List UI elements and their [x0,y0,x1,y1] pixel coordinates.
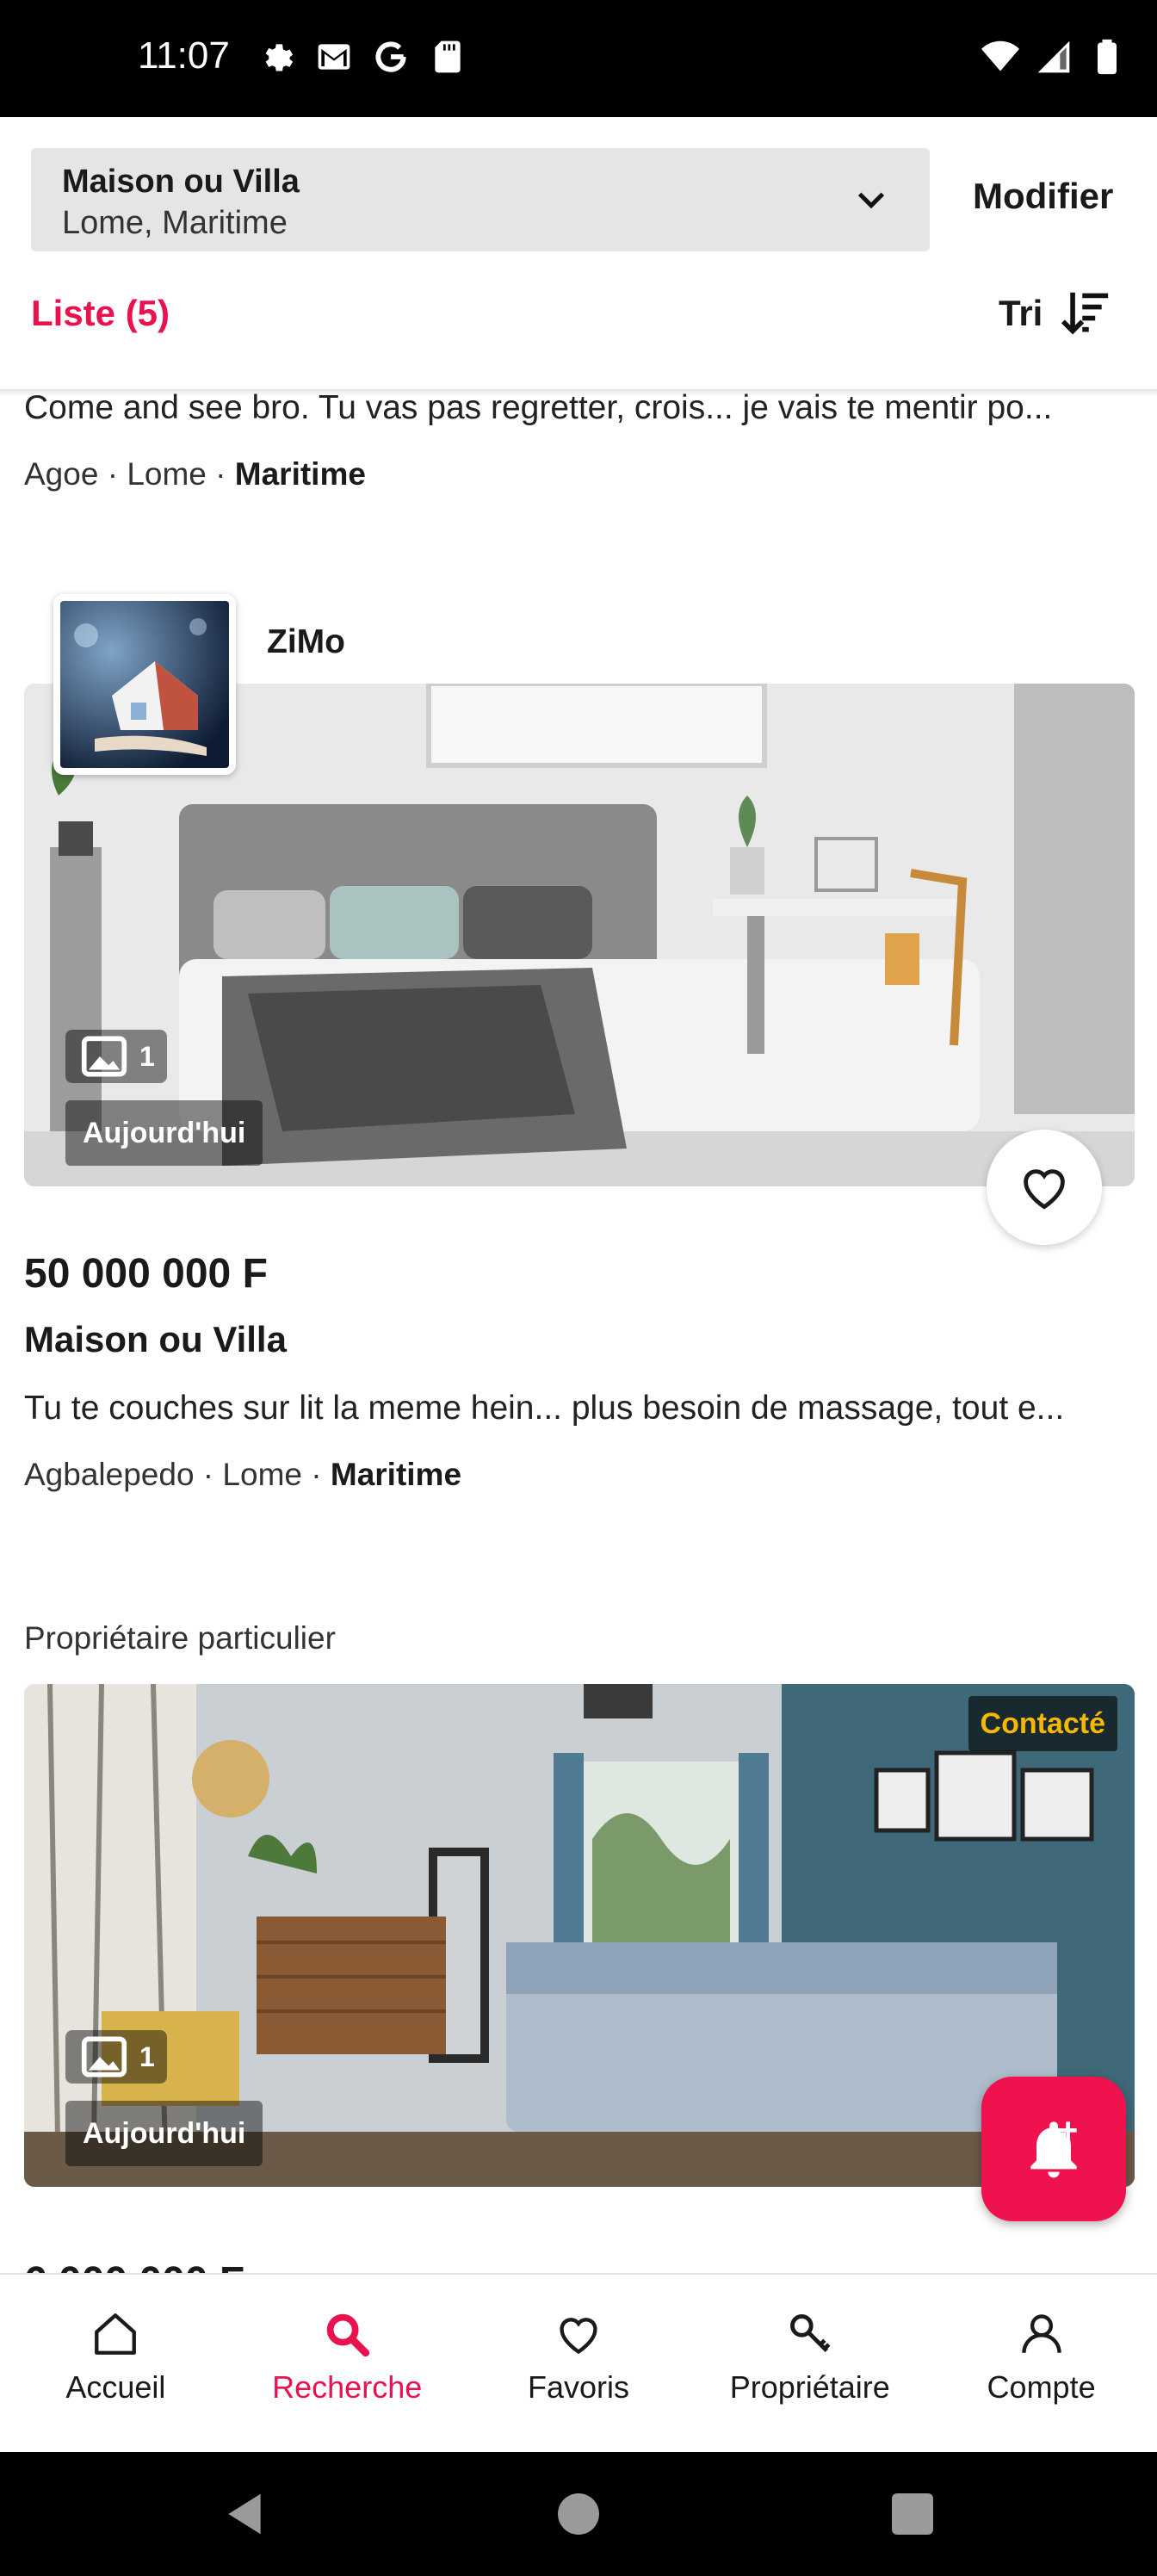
listing-date-badge: Aujourd'hui [65,1100,263,1166]
modify-button[interactable]: Modifier [973,176,1113,217]
sort-icon [1061,292,1109,335]
nav-label: Accueil [65,2369,166,2405]
google-icon [375,41,406,72]
image-icon [81,1036,127,1077]
bottom-navigation: Accueil Recherche Favoris Propriétaire C… [0,2273,1157,2452]
contacted-badge: Contacté [968,1696,1117,1751]
listing-location: Agoe · Lome · Maritime [24,456,366,492]
location-city: Lome [222,1457,302,1492]
listing-price: 6 000 000 F [24,2252,244,2273]
battery-icon [1098,39,1117,75]
nav-label: Propriétaire [729,2369,890,2405]
create-alert-button[interactable] [981,2077,1126,2221]
sort-label: Tri [999,293,1043,333]
status-time: 11:07 [138,34,230,77]
listing-date-badge: Aujourd'hui [65,2101,263,2166]
location-region: Maritime [234,456,366,492]
photo-count: 1 [139,2040,155,2072]
recents-square-icon[interactable] [892,2493,933,2535]
system-navigation-bar [0,2452,1157,2576]
heart-icon [1024,1169,1065,1210]
listing-description: Tu te couches sur lit la meme hein... pl… [24,1390,1065,1427]
status-icons-right [981,38,1126,76]
listing-price: 50 000 000 F [24,1251,268,1297]
search-location: Lome, Maritime [62,205,288,241]
nav-favorites[interactable]: Favoris [463,2275,695,2452]
chevron-down-icon [857,192,885,209]
nav-label: Compte [987,2369,1096,2405]
nav-home[interactable]: Accueil [0,2275,232,2452]
location-district: Agbalepedo [24,1457,195,1492]
agent-name[interactable]: ZiMo [267,623,345,661]
gmail-icon [318,44,350,70]
nav-search[interactable]: Recherche [232,2275,463,2452]
home-icon [95,2313,137,2355]
photo-count-badge: 1 [65,2030,167,2084]
wifi-icon [981,40,1019,71]
listing-photo[interactable]: Contacté 1 Aujourd'hui [24,1684,1135,2187]
back-icon[interactable] [220,2490,269,2538]
search-icon [326,2313,370,2357]
image-icon [81,2036,127,2078]
status-icons-left [258,38,467,76]
photo-count: 1 [139,1040,155,1072]
agent-logo[interactable] [53,594,236,775]
search-property-type: Maison ou Villa [62,164,300,200]
status-bar: 11:07 [0,0,1157,117]
settings-icon [265,44,294,71]
list-tab[interactable]: Liste (5) [31,293,170,334]
nav-label: Recherche [272,2369,423,2405]
owner-type-label: Propriétaire particulier [24,1620,336,1656]
search-selector[interactable]: Maison ou Villa Lome, Maritime [31,148,930,251]
listing-location: Agbalepedo · Lome · Maritime [24,1457,462,1492]
nav-label: Favoris [527,2369,629,2405]
listing-type: Maison ou Villa [24,1319,287,1359]
signal-icon [1037,40,1070,73]
nav-owner[interactable]: Propriétaire [694,2275,925,2452]
nav-account[interactable]: Compte [925,2275,1157,2452]
sd-card-icon [435,40,461,73]
favorite-button[interactable] [987,1130,1102,1245]
location-city: Lome [127,456,207,492]
sort-button[interactable]: Tri [999,289,1111,337]
photo-count-badge: 1 [65,1030,167,1083]
home-circle-icon[interactable] [558,2493,599,2535]
listing-description: Come and see bro. Tu vas pas regretter, … [24,389,1053,426]
bell-plus-icon [1030,2121,1077,2178]
location-district: Agoe [24,456,99,492]
heart-icon [560,2318,597,2355]
location-region: Maritime [330,1457,462,1492]
agent-logo-image [60,601,229,768]
person-icon [1021,2314,1061,2353]
key-icon [789,2314,831,2353]
